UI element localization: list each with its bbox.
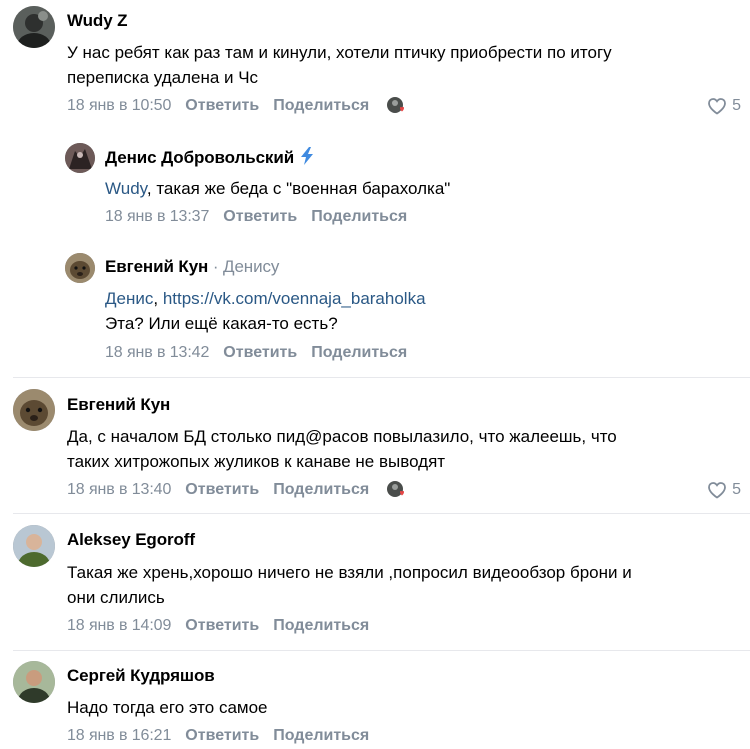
reply-text-line: Денис, https://vk.com/voennaja_baraholka xyxy=(105,286,426,311)
reply-button[interactable]: Ответить xyxy=(223,344,297,362)
share-button[interactable]: Поделиться xyxy=(311,208,407,226)
comment-date[interactable]: 18 янв в 13:40 xyxy=(67,481,171,499)
reply-date[interactable]: 18 янв в 13:42 xyxy=(105,344,209,362)
mention-link[interactable]: Wudy xyxy=(105,179,147,198)
reply-text-line: Эта? Или ещё какая-то есть? xyxy=(105,314,338,333)
url-link[interactable]: https://vk.com/voennaja_baraholka xyxy=(163,289,426,308)
comment-text-line: таких хитрожопых жуликов к канаве не выв… xyxy=(67,452,446,471)
divider xyxy=(13,513,750,514)
divider xyxy=(13,650,750,651)
share-button[interactable]: Поделиться xyxy=(273,617,369,635)
comment-author[interactable]: Wudy Z xyxy=(67,11,128,31)
comment-meta: 18 янв в 10:50 Ответить Поделиться xyxy=(67,97,405,115)
comment-text: Да, с началом БД столько пид@расов повыл… xyxy=(67,424,617,474)
share-button[interactable]: Поделиться xyxy=(273,97,369,115)
reply-text: Денис, https://vk.com/voennaja_baraholka… xyxy=(105,286,426,336)
heart-icon xyxy=(708,482,726,499)
comment-meta: 18 янв в 13:40 Ответить Поделиться xyxy=(67,481,405,499)
comment-text-line: Да, с началом БД столько пид@расов повыл… xyxy=(67,427,617,446)
mention-separator: , xyxy=(153,289,163,308)
comment-text: Надо тогда его это самое xyxy=(67,695,268,720)
reply-author: Евгений Кун · Денису xyxy=(105,257,279,277)
reaction-avatar[interactable] xyxy=(387,481,405,499)
reply-button[interactable]: Ответить xyxy=(185,481,259,499)
reply-meta: 18 янв в 13:37 Ответить Поделиться xyxy=(105,208,407,226)
reply-date[interactable]: 18 янв в 13:37 xyxy=(105,208,209,226)
avatar-denis-dobrovolsky[interactable] xyxy=(65,143,95,173)
like-count: 5 xyxy=(732,481,741,498)
heart-icon xyxy=(708,98,726,115)
comment-meta: 18 янв в 14:09 Ответить Поделиться xyxy=(67,617,369,635)
share-button[interactable]: Поделиться xyxy=(273,727,369,745)
comment-text-line: Надо тогда его это самое xyxy=(67,698,268,717)
lightning-icon xyxy=(301,147,314,165)
reply-text-body: , такая же беда с "военная барахолка" xyxy=(146,179,451,198)
reply-button[interactable]: Ответить xyxy=(185,97,259,115)
comment-text-line: они слились xyxy=(67,588,165,607)
reply-button[interactable]: Ответить xyxy=(223,208,297,226)
like-button[interactable]: 5 xyxy=(707,481,741,499)
avatar-evgeny-kun[interactable] xyxy=(13,389,55,431)
comment-author[interactable]: Евгений Кун xyxy=(67,395,170,415)
comment-text-line: переписка удалена и Чс xyxy=(67,68,259,87)
comment-meta: 18 янв в 16:21 Ответить Поделиться xyxy=(67,727,369,745)
divider xyxy=(13,377,750,378)
reply-author: Денис Добровольский xyxy=(105,147,314,168)
mention-link[interactable]: Денис xyxy=(105,289,153,308)
avatar-aleksey-egoroff[interactable] xyxy=(13,525,55,567)
comment-author[interactable]: Сергей Кудряшов xyxy=(67,666,215,686)
comment-text: У нас ребят как раз там и кинули, хотели… xyxy=(67,40,612,90)
reply-to-name[interactable]: Денису xyxy=(223,257,279,276)
share-button[interactable]: Поделиться xyxy=(311,344,407,362)
avatar-sergey-kudryashov[interactable] xyxy=(13,661,55,703)
avatar-wudy-z[interactable] xyxy=(13,6,55,48)
reply-button[interactable]: Ответить xyxy=(185,727,259,745)
reply-text: Wudy, такая же беда с "военная барахолка… xyxy=(105,176,450,201)
reply-button[interactable]: Ответить xyxy=(185,617,259,635)
reaction-avatar[interactable] xyxy=(387,97,405,115)
comment-text-line: Такая же хрень,хорошо ничего не взяли ,п… xyxy=(67,563,632,582)
comment-date[interactable]: 18 янв в 10:50 xyxy=(67,97,171,115)
comment-date[interactable]: 18 янв в 14:09 xyxy=(67,617,171,635)
comment-date[interactable]: 18 янв в 16:21 xyxy=(67,727,171,745)
comment-author[interactable]: Aleksey Egoroff xyxy=(67,530,195,550)
like-button[interactable]: 5 xyxy=(707,97,741,115)
reply-author-name[interactable]: Денис Добровольский xyxy=(105,148,294,167)
share-button[interactable]: Поделиться xyxy=(273,481,369,499)
comment-text: Такая же хрень,хорошо ничего не взяли ,п… xyxy=(67,560,632,610)
comment-text-line: У нас ребят как раз там и кинули, хотели… xyxy=(67,43,612,62)
reply-meta: 18 янв в 13:42 Ответить Поделиться xyxy=(105,344,407,362)
reply-author-name[interactable]: Евгений Кун xyxy=(105,257,208,276)
reply-to-label[interactable]: · Денису xyxy=(208,257,280,276)
avatar-evgeny-kun[interactable] xyxy=(65,253,95,283)
like-count: 5 xyxy=(732,97,741,114)
